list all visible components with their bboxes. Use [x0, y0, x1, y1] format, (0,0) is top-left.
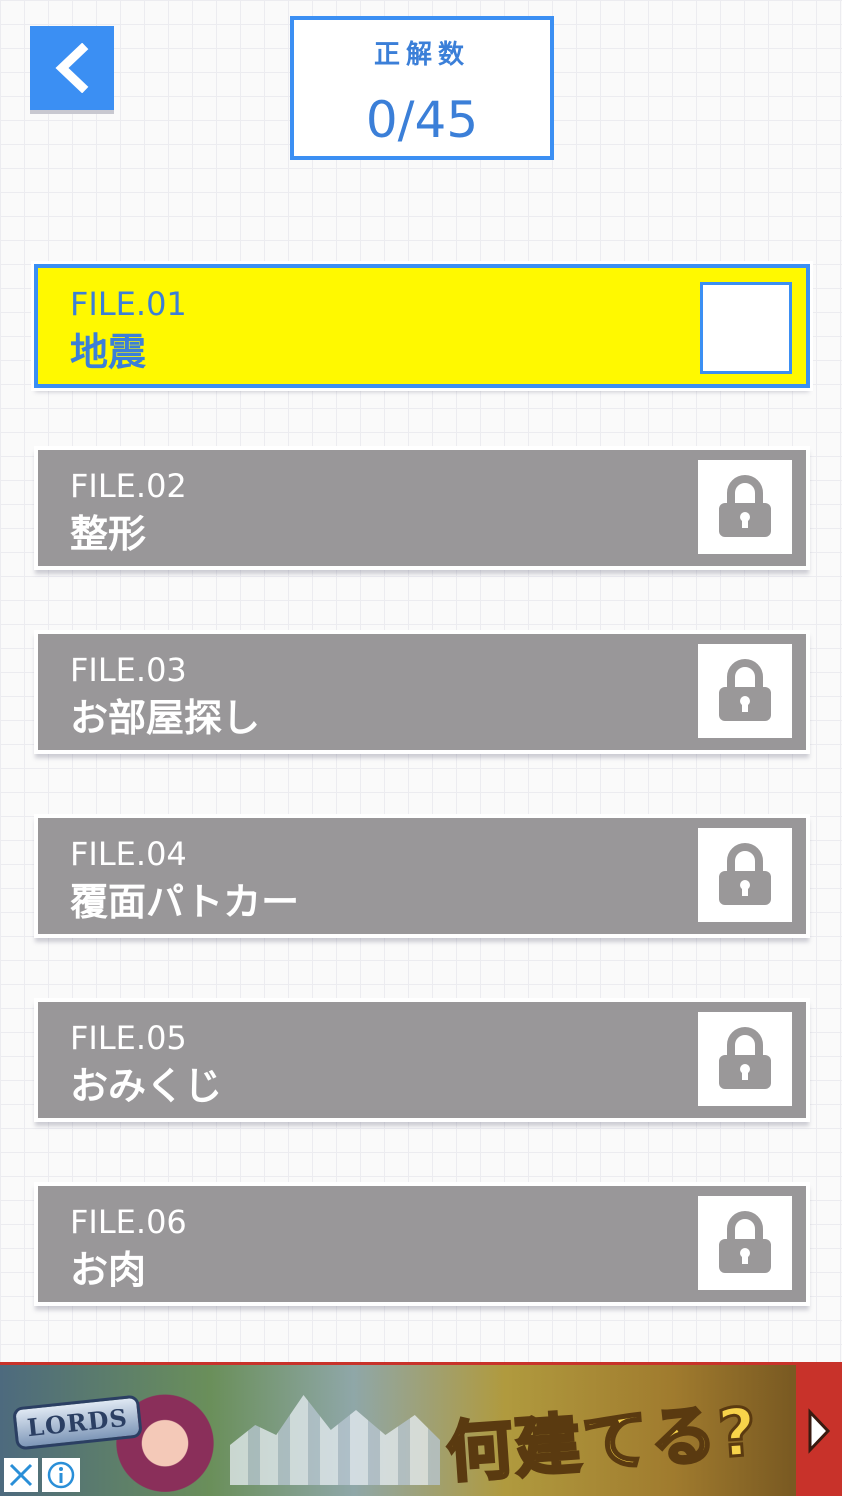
ad-castle-image — [230, 1395, 440, 1485]
lock-tile — [698, 460, 792, 554]
lock-tile — [698, 828, 792, 922]
lock-icon — [719, 843, 771, 905]
close-icon — [9, 1463, 33, 1487]
lock-icon — [719, 475, 771, 537]
score-box: 正解数 0/45 — [290, 16, 554, 160]
file-card-06[interactable]: FILE.06 お肉 — [34, 1182, 810, 1306]
file-title: おみくじ — [70, 1064, 223, 1108]
file-number: FILE.01 — [70, 285, 187, 323]
ad-next-button[interactable] — [796, 1365, 842, 1496]
file-title: お部屋探し — [70, 696, 261, 740]
file-number: FILE.04 — [70, 835, 187, 873]
file-number: FILE.06 — [70, 1203, 187, 1241]
info-icon — [47, 1461, 75, 1489]
lock-tile — [698, 644, 792, 738]
lock-icon — [719, 1027, 771, 1089]
file-card-02[interactable]: FILE.02 整形 — [34, 446, 810, 570]
ad-banner[interactable]: LORDS 何建てる? — [0, 1362, 842, 1496]
score-label: 正解数 — [373, 40, 470, 70]
file-number: FILE.03 — [70, 651, 187, 689]
lock-tile — [698, 1012, 792, 1106]
file-number: FILE.02 — [70, 467, 187, 505]
play-arrow-icon — [808, 1407, 831, 1454]
chevron-left-icon — [55, 43, 89, 93]
file-card-05[interactable]: FILE.05 おみくじ — [34, 998, 810, 1122]
ad-info-button[interactable] — [42, 1458, 80, 1492]
lock-tile — [698, 1196, 792, 1290]
file-title: 覆面パトカー — [70, 880, 300, 924]
score-value: 0/45 — [365, 91, 479, 149]
ad-headline: 何建てる? — [443, 1392, 763, 1494]
lock-icon — [719, 1211, 771, 1273]
empty-checkbox — [700, 282, 792, 374]
file-title: 地震 — [70, 330, 147, 374]
ad-close-button[interactable] — [4, 1458, 38, 1492]
file-card-01[interactable]: FILE.01 地震 — [31, 261, 813, 391]
back-button[interactable] — [30, 26, 114, 110]
file-title: 整形 — [70, 512, 147, 556]
file-title: お肉 — [70, 1248, 147, 1292]
file-card-04[interactable]: FILE.04 覆面パトカー — [34, 814, 810, 938]
file-card-03[interactable]: FILE.03 お部屋探し — [34, 630, 810, 754]
lock-icon — [719, 659, 771, 721]
file-number: FILE.05 — [70, 1019, 187, 1057]
